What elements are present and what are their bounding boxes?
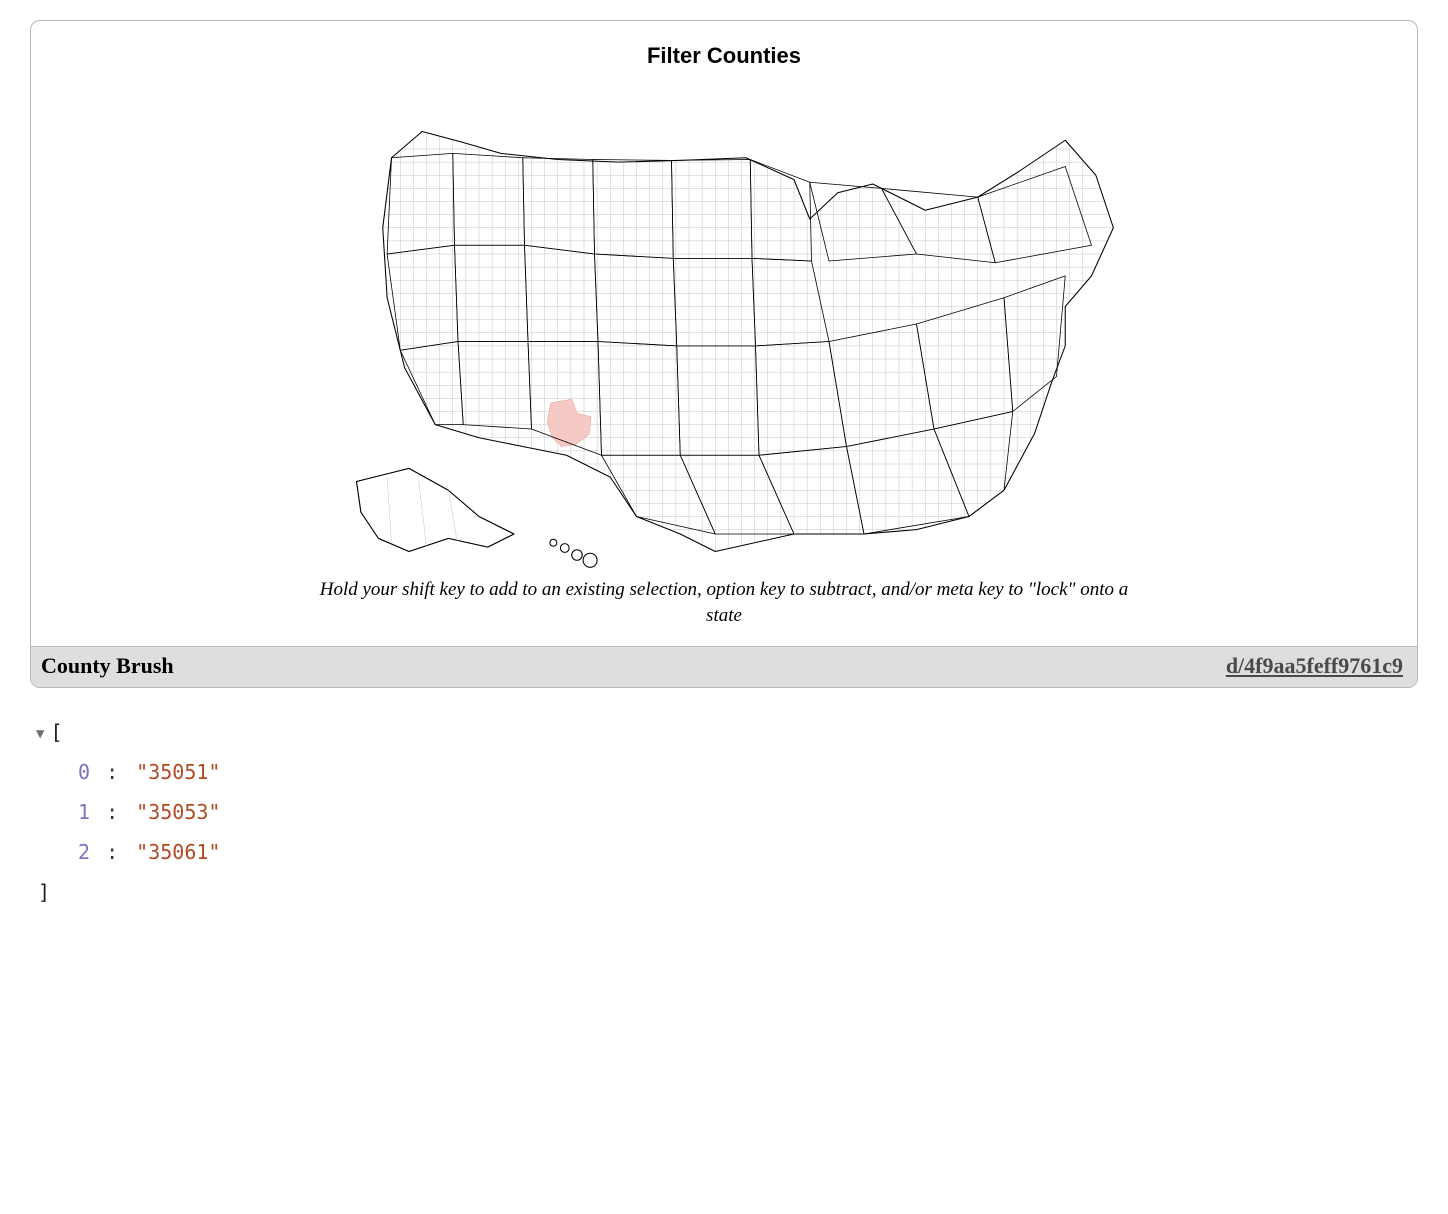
array-value: "35051" (136, 760, 220, 784)
open-bracket: [ (50, 720, 62, 744)
array-index: 1 (78, 800, 90, 824)
us-county-map[interactable] (55, 79, 1393, 569)
array-index: 2 (78, 840, 90, 864)
colon: : (90, 800, 136, 824)
close-bracket: ] (36, 872, 1418, 912)
card-body: Filter Counties (31, 21, 1417, 646)
array-index: 0 (78, 760, 90, 784)
state-borders (387, 153, 1091, 534)
alaska-inset[interactable] (357, 468, 515, 551)
notebook-source-link[interactable]: d/4f9aa5feff9761c9 (1226, 653, 1403, 679)
chart-title: Filter Counties (55, 43, 1393, 69)
colon: : (90, 840, 136, 864)
card-footer-title: County Brush (41, 653, 174, 679)
array-open-row[interactable]: ▼[ (36, 712, 1418, 752)
embed-card: Filter Counties (30, 20, 1418, 688)
map-hint-text: Hold your shift key to add to an existin… (309, 577, 1139, 628)
caret-down-icon[interactable]: ▼ (36, 720, 44, 748)
array-value: "35053" (136, 800, 220, 824)
array-item[interactable]: 2 : "35061" (36, 832, 1418, 872)
array-value: "35061" (136, 840, 220, 864)
array-item[interactable]: 1 : "35053" (36, 792, 1418, 832)
cell-output-array: ▼[ 0 : "35051"1 : "35053"2 : "35061" ] (30, 712, 1418, 912)
array-item[interactable]: 0 : "35051" (36, 752, 1418, 792)
colon: : (90, 760, 136, 784)
hawaii-inset[interactable] (550, 539, 597, 567)
card-footer: County Brush d/4f9aa5feff9761c9 (31, 646, 1417, 687)
